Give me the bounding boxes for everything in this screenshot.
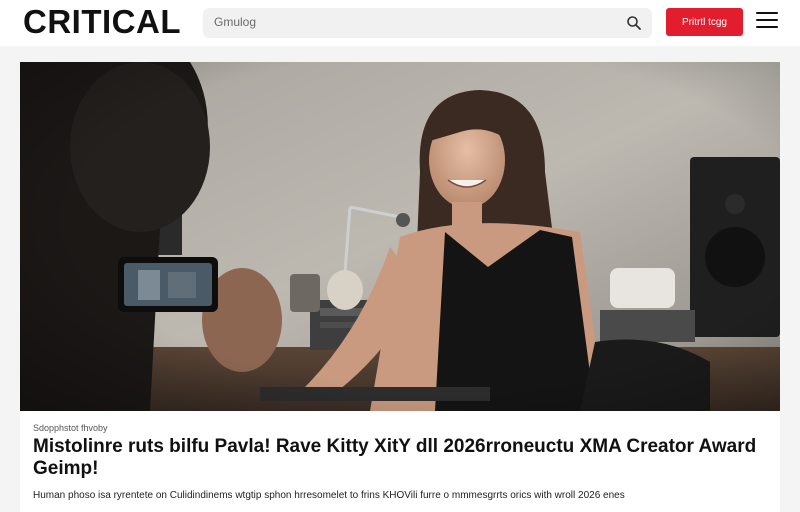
site-header: CRITICAL Gmulog Pritrtl tcgg — [0, 0, 800, 46]
article-dek: Human phoso isa ryrentete on Culidindine… — [33, 490, 625, 501]
subscribe-button[interactable]: Pritrtl tcgg — [666, 8, 743, 36]
hero-photo[interactable] — [20, 62, 780, 411]
search-bar[interactable]: Gmulog — [203, 8, 652, 38]
search-input[interactable]: Gmulog — [214, 15, 256, 29]
photo-caption: Sdopphstot fhvoby — [33, 423, 108, 433]
search-icon[interactable] — [626, 15, 642, 31]
site-logo[interactable]: CRITICAL — [23, 3, 181, 41]
article-headline[interactable]: Mistolinre ruts bilfu Pavla! Rave Kitty … — [33, 436, 773, 480]
featured-article-card[interactable]: Sdopphstot fhvoby Mistolinre ruts bilfu … — [20, 62, 780, 512]
hamburger-menu-icon[interactable] — [756, 12, 778, 32]
